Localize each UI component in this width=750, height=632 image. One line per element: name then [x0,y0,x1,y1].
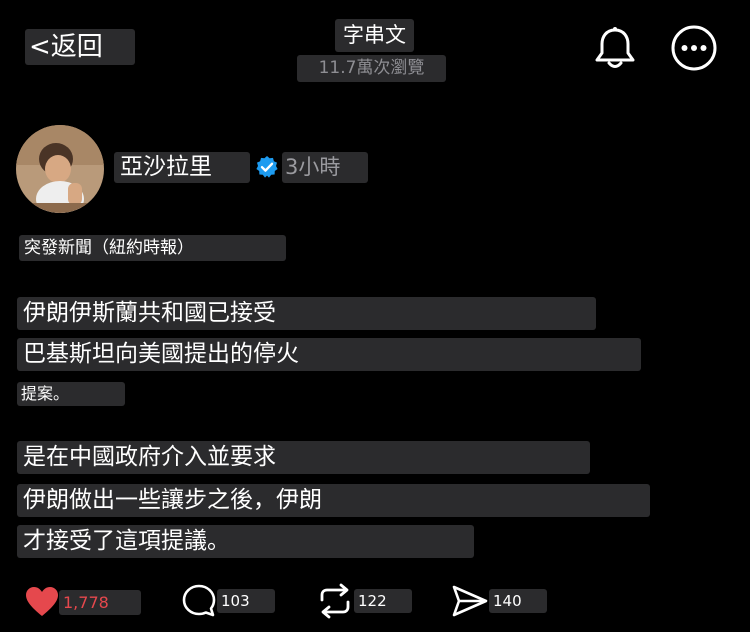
verified-badge-icon [255,155,279,179]
avatar[interactable] [16,125,104,213]
post-tag: 突發新聞（紐約時報） [19,235,286,261]
comment-count: 103 [217,589,275,613]
comment-icon[interactable] [181,583,217,619]
share-count: 140 [489,589,547,613]
post-text-line: 伊朗做出一些讓步之後，伊朗 [17,484,650,517]
send-icon[interactable] [451,584,489,618]
repost-count: 122 [354,589,412,613]
like-count: 1,778 [59,590,141,615]
username[interactable]: 亞沙拉里 [114,152,250,183]
post-time: 3小時 [282,152,368,183]
heart-icon[interactable] [25,586,59,617]
back-button[interactable]: <返回 [25,29,135,65]
view-count: 11.7萬次瀏覽 [297,55,446,82]
bell-icon[interactable] [593,25,637,71]
more-options-icon[interactable] [670,24,718,72]
page-title: 字串文 [335,19,414,52]
post-text-line: 才接受了這項提議。 [17,525,474,558]
post-text-line: 提案。 [17,382,125,406]
post-text-line: 是在中國政府介入並要求 [17,441,590,474]
post-text-line: 伊朗伊斯蘭共和國已接受 [17,297,596,330]
post-text-line: 巴基斯坦向美國提出的停火 [17,338,641,371]
repost-icon[interactable] [316,583,354,619]
